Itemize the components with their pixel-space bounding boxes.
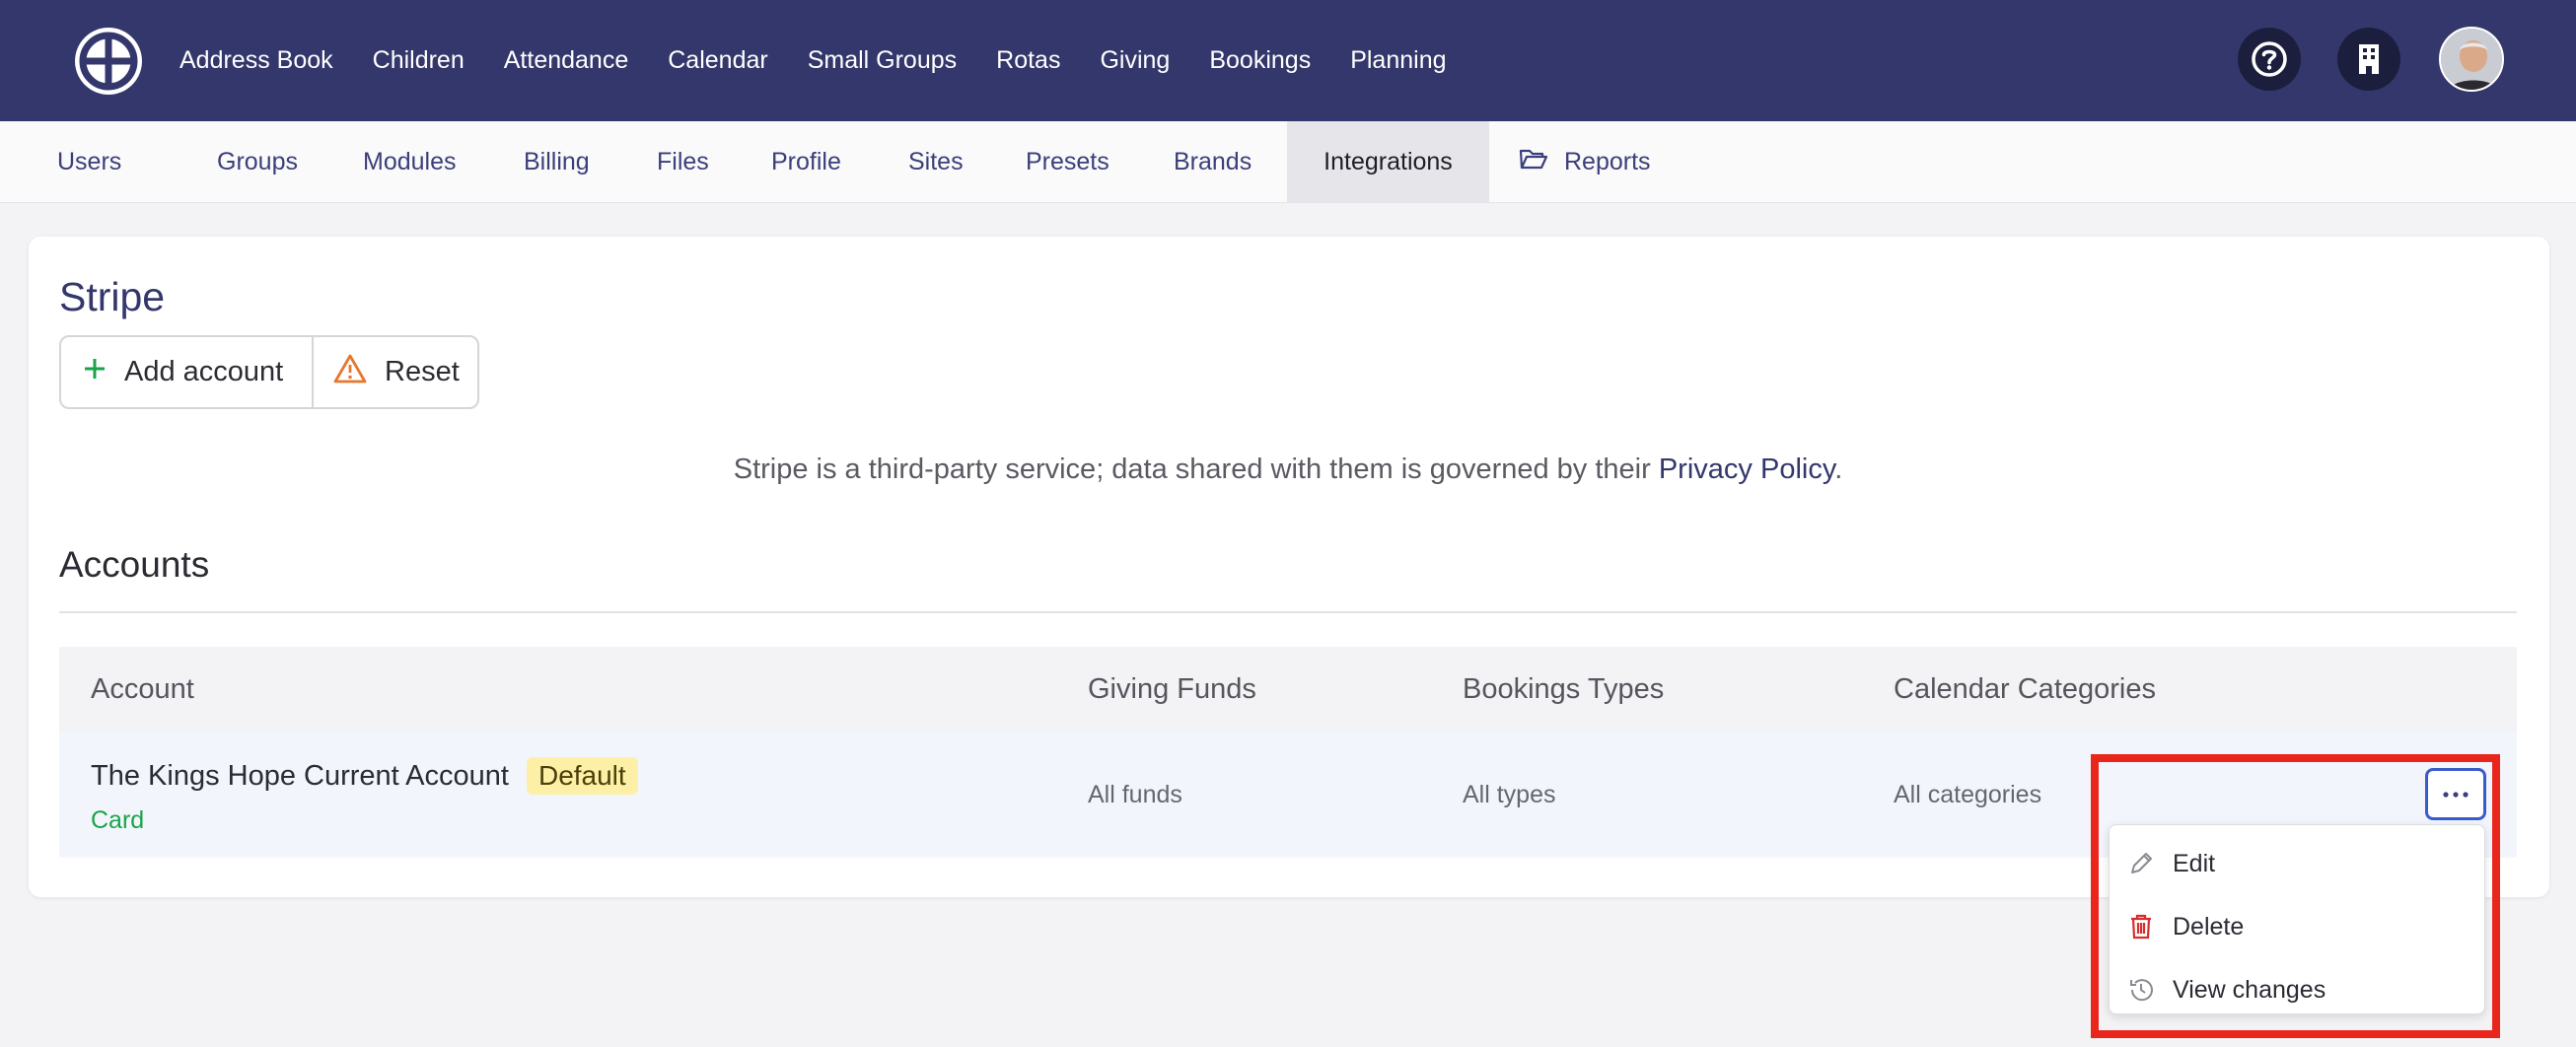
menu-item-edit-label: Edit: [2173, 849, 2216, 877]
tab-billing[interactable]: Billing: [524, 121, 590, 202]
nav-giving[interactable]: Giving: [1100, 46, 1170, 75]
col-bookings-types: Bookings Types: [1463, 672, 1665, 705]
section-divider: [59, 611, 2517, 613]
privacy-policy-link[interactable]: Privacy Policy: [1659, 454, 1834, 485]
trash-icon: [2126, 912, 2156, 942]
payment-method: Card: [91, 806, 145, 834]
help-icon[interactable]: [2238, 28, 2301, 91]
tab-modules[interactable]: Modules: [363, 121, 457, 202]
warning-icon: [333, 354, 367, 391]
disclaimer-end: .: [1834, 454, 1843, 485]
tab-profile[interactable]: Profile: [771, 121, 841, 202]
tab-integrations[interactable]: Integrations: [1287, 121, 1489, 202]
top-navbar: Address Book Children Attendance Calenda…: [0, 0, 2576, 121]
nav-planning[interactable]: Planning: [1350, 46, 1446, 75]
disclaimer-text: Stripe is a third-party service; data sh…: [733, 454, 1659, 485]
stripe-action-buttons: Add account Reset: [59, 335, 479, 409]
nav-rotas[interactable]: Rotas: [996, 46, 1060, 75]
menu-item-delete-label: Delete: [2173, 912, 2245, 941]
settings-subnav: Users Groups Modules Billing Files Profi…: [0, 121, 2576, 203]
user-avatar[interactable]: [2439, 27, 2504, 92]
default-badge: Default: [526, 757, 638, 795]
menu-item-edit[interactable]: Edit: [2110, 835, 2486, 892]
logo-icon[interactable]: [75, 28, 142, 95]
accounts-heading: Accounts: [59, 544, 210, 585]
menu-item-view-changes[interactable]: View changes: [2110, 961, 2486, 1018]
main-nav: Address Book Children Attendance Calenda…: [179, 0, 1447, 121]
giving-funds-value: All funds: [1088, 780, 1182, 808]
nav-calendar[interactable]: Calendar: [668, 46, 767, 75]
tab-reports-label: Reports: [1564, 147, 1651, 175]
accounts-table-header: Account Giving Funds Bookings Types Cale…: [59, 647, 2517, 732]
menu-item-delete[interactable]: Delete: [2110, 898, 2486, 955]
tab-files[interactable]: Files: [657, 121, 709, 202]
page-title: Stripe: [59, 274, 166, 319]
menu-item-view-changes-label: View changes: [2173, 975, 2326, 1004]
tab-brands[interactable]: Brands: [1174, 121, 1252, 202]
tab-presets[interactable]: Presets: [1026, 121, 1109, 202]
col-giving-funds: Giving Funds: [1088, 672, 1256, 705]
plus-icon: [83, 356, 107, 388]
tab-sites[interactable]: Sites: [908, 121, 964, 202]
reset-button[interactable]: Reset: [314, 337, 477, 407]
reset-label: Reset: [385, 356, 460, 387]
building-icon[interactable]: [2337, 28, 2400, 91]
history-icon: [2126, 975, 2156, 1005]
nav-address-book[interactable]: Address Book: [179, 46, 333, 75]
account-name: The Kings Hope Current Account: [91, 759, 509, 792]
nav-children[interactable]: Children: [373, 46, 465, 75]
third-party-disclaimer: Stripe is a third-party service; data sh…: [0, 454, 2576, 486]
add-account-button[interactable]: Add account: [61, 337, 314, 407]
tab-users[interactable]: Users: [25, 121, 154, 202]
pencil-icon: [2126, 849, 2156, 878]
col-account: Account: [91, 672, 194, 705]
row-actions-menu: Edit Delete View changes: [2109, 824, 2485, 1014]
ellipsis-icon: [2443, 791, 2469, 798]
folder-open-icon: [1519, 147, 1548, 177]
nav-small-groups[interactable]: Small Groups: [808, 46, 957, 75]
col-calendar-categories: Calendar Categories: [1894, 672, 2156, 705]
row-actions-button[interactable]: [2425, 768, 2486, 820]
calendar-categories-value: All categories: [1894, 780, 2042, 808]
bookings-types-value: All types: [1463, 780, 1556, 808]
account-name-cell: The Kings Hope Current Account Default: [91, 757, 638, 795]
tab-groups[interactable]: Groups: [217, 121, 298, 202]
add-account-label: Add account: [124, 356, 284, 387]
nav-attendance[interactable]: Attendance: [504, 46, 629, 75]
tab-reports[interactable]: Reports: [1519, 121, 1651, 202]
nav-bookings[interactable]: Bookings: [1209, 46, 1311, 75]
